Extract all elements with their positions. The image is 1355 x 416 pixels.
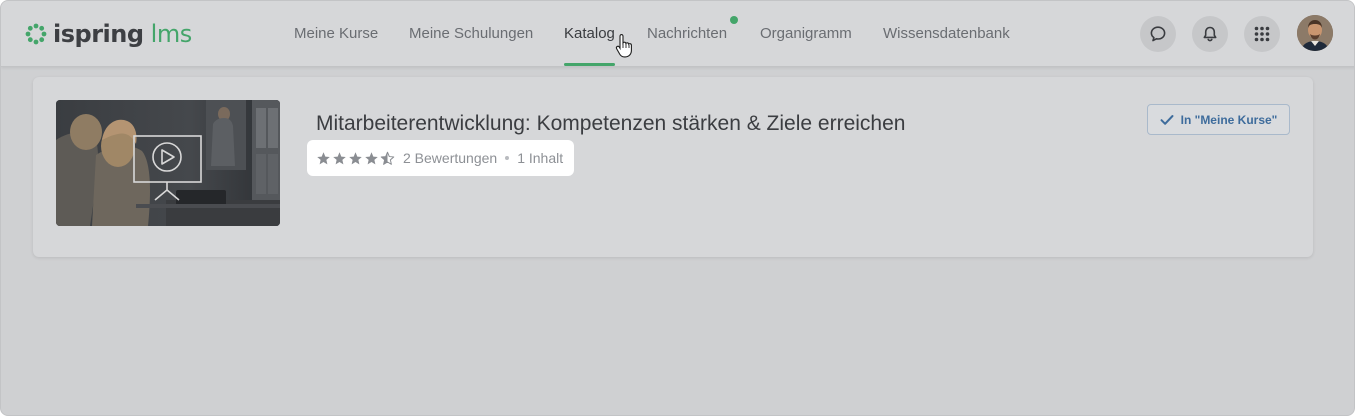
logo-spinner-icon [25,23,47,45]
apps-grid-icon [1254,26,1270,42]
nav-wissensdatenbank[interactable]: Wissensdatenbank [883,24,1010,44]
star-icon [349,151,362,164]
course-meta: 2 Bewertungen 1 Inhalt [307,140,574,176]
nav-meine-kurse[interactable]: Meine Kurse [294,24,378,44]
app-window: ispring lms Meine Kurse Meine Schulungen… [0,0,1355,416]
top-header: ispring lms Meine Kurse Meine Schulungen… [1,1,1354,67]
course-thumbnail-image [56,100,280,226]
star-icon [317,151,330,164]
course-thumbnail[interactable] [56,100,280,226]
ispring-lms-logo[interactable]: ispring lms [25,19,192,49]
added-to-my-courses-label: In "Meine Kurse" [1180,112,1278,127]
chat-icon [1150,26,1166,42]
checkmark-icon [1160,114,1174,125]
active-tab-indicator [564,63,615,66]
bell-icon [1203,26,1217,42]
course-card[interactable]: Mitarbeiterentwicklung: Kompetenzen stär… [33,77,1313,257]
added-to-my-courses-button[interactable]: In "Meine Kurse" [1147,104,1290,135]
rating-stars [316,151,395,166]
ratings-count[interactable]: 2 Bewertungen [403,150,497,166]
star-icon [333,151,346,164]
notifications-button[interactable] [1192,16,1228,52]
logo-text: ispring lms [53,22,192,46]
nav-katalog[interactable]: Katalog [564,24,615,44]
half-star-icon [380,151,395,165]
apps-button[interactable] [1244,16,1280,52]
hand-cursor-icon [615,34,632,58]
meta-separator [505,156,510,160]
content-count: 1 Inhalt [517,150,564,166]
user-avatar[interactable] [1297,15,1333,51]
nav-organigramm[interactable]: Organigramm [760,24,852,44]
logo-brand: ispring [53,20,144,48]
course-title[interactable]: Mitarbeiterentwicklung: Kompetenzen stär… [316,112,905,136]
nav-nachrichten[interactable]: Nachrichten [647,24,727,44]
star-icon [365,151,378,164]
logo-product: lms [150,20,193,48]
nav-meine-schulungen[interactable]: Meine Schulungen [409,24,533,44]
chat-button[interactable] [1140,16,1176,52]
notification-dot [730,16,738,24]
user-photo [1297,15,1333,51]
